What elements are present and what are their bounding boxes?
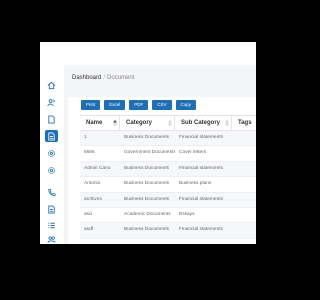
- cell-category: Business Documents: [124, 135, 170, 140]
- cell-sub-category: Financial statements: [179, 165, 223, 171]
- cell-sub-category: Cover letters: [179, 150, 207, 156]
- cell-tags: [232, 177, 256, 191]
- table-row[interactable]: 6666 Government Documents Cover letters: [80, 146, 256, 162]
- cell-category: Business Documents: [124, 181, 170, 187]
- cell-sub-category: Business plans: [179, 181, 212, 187]
- cell-tags: [232, 223, 256, 237]
- table-row[interactable]: 1 Business Documents Financial statement…: [80, 131, 256, 147]
- cell-tags: [232, 162, 256, 176]
- file-icon[interactable]: [45, 113, 58, 125]
- column-header-sub-category[interactable]: Sub Category: [175, 116, 232, 130]
- users-icon[interactable]: [45, 96, 58, 108]
- table-header: Name Category Sub Category Tags: [80, 115, 256, 131]
- cell-category: Business Documents: [124, 227, 170, 233]
- document-table-card: Print Excel PDF CSV Copy Name Category S…: [68, 97, 256, 244]
- excel-button[interactable]: Excel: [104, 100, 126, 110]
- app-window: Dashboard / Document Print Excel PDF CSV C…: [40, 42, 256, 244]
- home-icon[interactable]: [45, 79, 58, 91]
- sort-icon[interactable]: [225, 120, 229, 126]
- breadcrumb-current: Document: [107, 75, 135, 81]
- cell-sub-category: Financial statements: [179, 135, 223, 140]
- document-icon[interactable]: [45, 130, 58, 142]
- cell-tags: [232, 193, 256, 207]
- column-header-label: Tags: [238, 120, 252, 126]
- cell-category: Business Documents: [124, 165, 170, 171]
- breadcrumb-dashboard-link[interactable]: Dashboard: [72, 75, 101, 81]
- cell-category: Business Documents: [124, 196, 170, 202]
- export-toolbar: Print Excel PDF CSV Copy: [81, 100, 197, 110]
- column-header-name[interactable]: Name: [80, 116, 120, 130]
- cell-tags: [232, 131, 256, 145]
- cell-category: Academic Documents: [124, 211, 171, 217]
- cell-tags: [232, 208, 256, 222]
- sort-icon[interactable]: [168, 120, 172, 126]
- cell-category: Government Documents: [124, 150, 175, 156]
- column-header-label: Name: [86, 120, 103, 126]
- cell-name: asd: [84, 211, 92, 217]
- cell-name: 6666: [84, 150, 95, 156]
- documents-table: Name Category Sub Category Tags 1 Busine…: [80, 115, 256, 239]
- users-group-icon[interactable]: [45, 233, 58, 244]
- gear-icon[interactable]: [45, 147, 58, 159]
- pdf-button[interactable]: PDF: [129, 100, 149, 110]
- cell-sub-category: Financial statements: [179, 196, 223, 202]
- cell-name: Antonio: [84, 181, 101, 187]
- file-text-icon[interactable]: [45, 203, 58, 215]
- table-row[interactable]: archivos Business Documents Financial st…: [80, 192, 256, 208]
- cell-name: archivos: [84, 196, 102, 202]
- copy-button[interactable]: Copy: [175, 100, 197, 110]
- sidebar: [40, 65, 65, 244]
- main-content: Dashboard / Document Print Excel PDF CSV C…: [64, 65, 256, 244]
- column-header-label: Category: [126, 120, 153, 126]
- column-header-tags[interactable]: Tags: [232, 116, 256, 130]
- cell-name: 1: [84, 135, 87, 140]
- cell-tags: [232, 146, 256, 160]
- breadcrumb-separator: /: [103, 75, 106, 81]
- cell-sub-category: Financial statements: [179, 227, 223, 233]
- phone-icon[interactable]: [45, 186, 58, 198]
- table-row[interactable]: Admin Cano Business Documents Financial …: [80, 161, 256, 178]
- cell-sub-category: Essays: [179, 211, 195, 217]
- top-bar: [40, 42, 256, 66]
- settings-icon[interactable]: [45, 164, 58, 176]
- cell-name: Admin Cano: [84, 165, 111, 171]
- column-header-category[interactable]: Category: [120, 116, 175, 130]
- sort-ascending-icon[interactable]: [113, 120, 117, 126]
- column-header-label: Sub Category: [181, 120, 221, 126]
- table-row[interactable]: asd Academic Documents Essays: [80, 208, 256, 224]
- cell-name: asdf: [84, 227, 94, 233]
- table-row[interactable]: Antonio Business Documents Business plan…: [80, 177, 256, 193]
- list-icon[interactable]: [45, 219, 58, 231]
- csv-button[interactable]: CSV: [152, 100, 172, 110]
- breadcrumb: Dashboard / Document: [72, 75, 134, 81]
- print-button[interactable]: Print: [81, 100, 101, 110]
- table-row[interactable]: asdf Business Documents Financial statem…: [80, 223, 256, 239]
